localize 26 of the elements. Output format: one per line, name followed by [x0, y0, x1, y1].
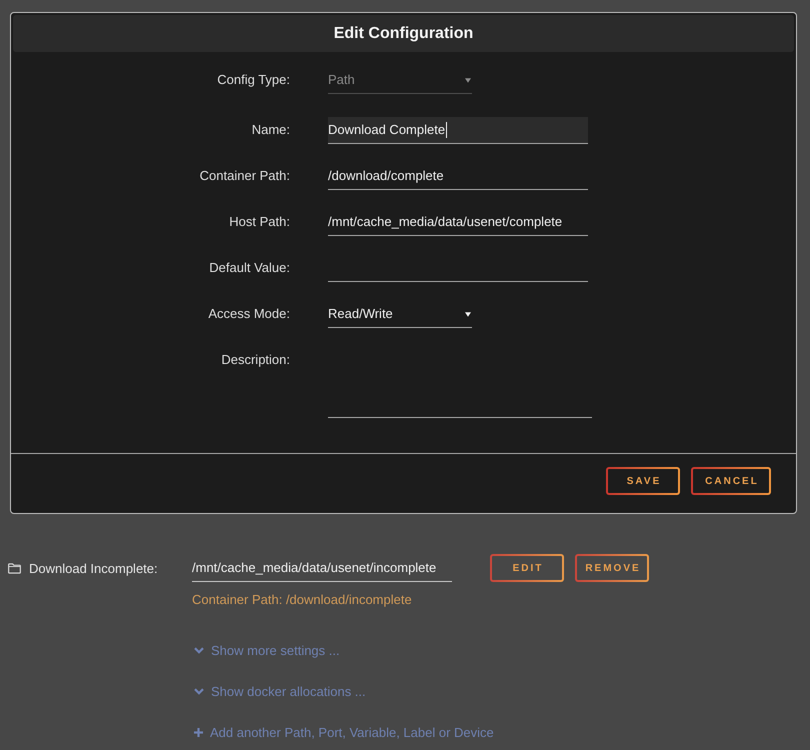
field-label: Default Value:: [209, 259, 290, 277]
path-action-button[interactable]: REMOVE: [575, 554, 649, 582]
dialog-title: Edit Configuration: [334, 24, 474, 42]
container-path-note: Container Path: /download/incomplete: [192, 592, 412, 608]
dropdown[interactable]: Read/Write: [328, 301, 472, 328]
field-label: Container Path:: [200, 167, 290, 185]
chevron-down-icon: [194, 646, 204, 654]
text-field[interactable]: /download/complete: [328, 163, 588, 190]
plus-icon: [194, 728, 203, 736]
caret-icon: [465, 312, 471, 316]
dialog-button[interactable]: SAVE: [606, 467, 680, 495]
field-label: Description:: [221, 351, 290, 369]
text-field[interactable]: Download Complete: [328, 117, 588, 144]
path-action-button[interactable]: EDIT: [490, 554, 564, 582]
chevron-down-icon: [194, 688, 204, 694]
field-label: Host Path:: [229, 213, 290, 231]
path-label: Download Incomplete:: [29, 560, 158, 576]
text-field[interactable]: /mnt/cache_media/data/usenet/complete: [328, 209, 588, 236]
dialog-button[interactable]: CANCEL: [691, 467, 771, 495]
path-field[interactable]: /mnt/cache_media/data/usenet/incomplete: [192, 554, 452, 582]
field-label: Name:: [252, 121, 290, 139]
caret-icon: [465, 78, 471, 82]
folder-icon: [8, 562, 21, 574]
field-label: Config Type:: [217, 71, 290, 89]
field-label: Access Mode:: [208, 305, 290, 323]
text-cursor-icon: [446, 122, 448, 138]
